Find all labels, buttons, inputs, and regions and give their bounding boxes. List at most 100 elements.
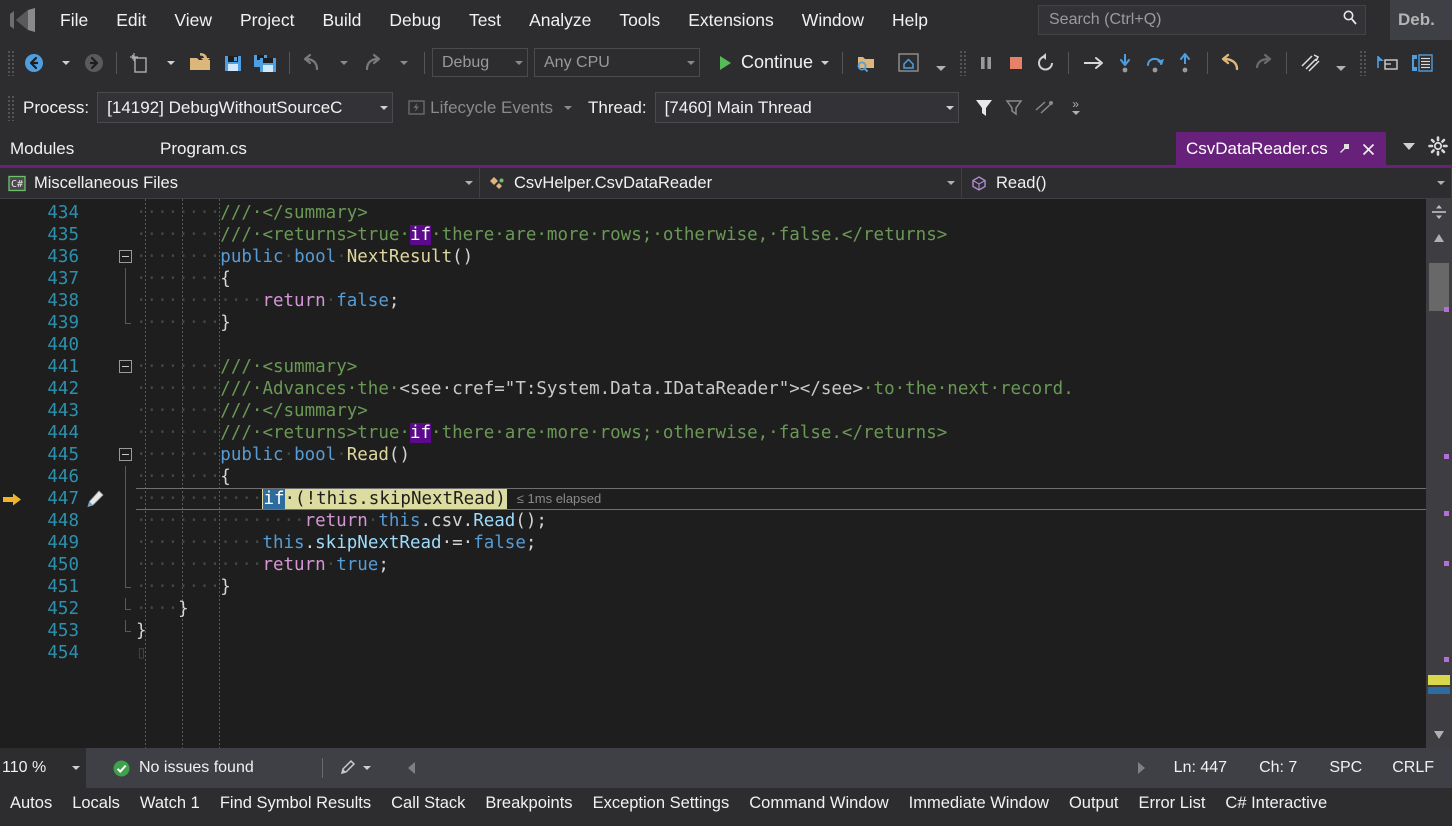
gear-icon[interactable] <box>1428 136 1448 161</box>
thread-dropdown[interactable]: [7460] Main Thread <box>655 92 959 123</box>
code-cleanup-icon[interactable] <box>337 758 357 778</box>
tool-tab-call-stack[interactable]: Call Stack <box>381 794 475 813</box>
code-line[interactable]: ····} <box>136 598 189 620</box>
search-box[interactable]: Search (Ctrl+Q) <box>1038 5 1366 35</box>
menu-item-test[interactable]: Test <box>455 6 515 35</box>
code-line[interactable]: ········public·bool·NextResult() <box>136 246 473 268</box>
menu-item-debug[interactable]: Debug <box>375 6 455 35</box>
zoom-level-dropdown[interactable]: 110 % <box>0 748 86 788</box>
redo-icon[interactable] <box>357 45 387 81</box>
flag-icon[interactable] <box>999 90 1029 126</box>
code-line[interactable]: ············return·false; <box>136 290 399 312</box>
type-dropdown[interactable]: CsvHelper.CsvDataReader <box>480 168 962 198</box>
scroll-down-icon[interactable] <box>1426 724 1452 746</box>
debug-location-grip[interactable] <box>7 95 16 121</box>
step-forward-grey-icon[interactable] <box>1247 45 1279 81</box>
search-icon[interactable] <box>1341 9 1359 32</box>
save-all-icon[interactable] <box>248 45 282 81</box>
tool-tab-breakpoints[interactable]: Breakpoints <box>475 794 582 813</box>
menu-item-file[interactable]: File <box>46 6 102 35</box>
new-item-icon[interactable] <box>124 45 154 81</box>
tool-tab-locals[interactable]: Locals <box>62 794 130 813</box>
tool-tab-output[interactable]: Output <box>1059 794 1129 813</box>
scroll-up-icon[interactable] <box>1426 227 1452 249</box>
menu-item-edit[interactable]: Edit <box>102 6 160 35</box>
code-line[interactable]: ········///·Advances·the·<see·cref="T:Sy… <box>136 378 1074 400</box>
tool-tab-immediate-window[interactable]: Immediate Window <box>899 794 1059 813</box>
editor-vertical-scrollbar[interactable] <box>1426 199 1452 748</box>
close-icon[interactable] <box>1361 142 1376 157</box>
code-line[interactable]: ········{ <box>136 466 231 488</box>
menu-item-project[interactable]: Project <box>226 6 308 35</box>
code-line[interactable]: ▯ <box>136 642 147 664</box>
code-line[interactable]: ········///·<returns>true·if·there·are·m… <box>136 422 947 444</box>
filter-icon[interactable] <box>969 90 999 126</box>
code-line[interactable]: ········///·<returns>true·if·there·are·m… <box>136 224 947 246</box>
continue-button[interactable]: Continue <box>710 45 835 81</box>
tool-tab-find-symbol-results[interactable]: Find Symbol Results <box>210 794 381 813</box>
debug-overflow-button[interactable]: » <box>1061 90 1091 126</box>
code-line[interactable]: } <box>136 620 147 642</box>
spaces-indicator[interactable]: SPC <box>1329 759 1362 777</box>
scrollbar-thumb[interactable] <box>1429 263 1449 311</box>
menu-item-help[interactable]: Help <box>878 6 942 35</box>
platform-dropdown[interactable]: Any CPU <box>534 48 700 77</box>
code-line[interactable]: ················return·this.csv.Read(); <box>136 510 547 532</box>
code-line[interactable]: ········///·</summary> <box>136 202 368 224</box>
save-icon[interactable] <box>218 45 248 81</box>
attach-to-process-icon[interactable] <box>850 45 882 81</box>
tool-tab-error-list[interactable]: Error List <box>1128 794 1215 813</box>
threads-icon[interactable] <box>1029 90 1061 126</box>
tool-tab-exception-settings[interactable]: Exception Settings <box>583 794 740 813</box>
hot-reload-dropdown[interactable] <box>1326 45 1356 81</box>
navigate-forward-icon[interactable] <box>79 45 109 81</box>
tool-tab-autos[interactable]: Autos <box>0 794 62 813</box>
search-input[interactable]: Search (Ctrl+Q) <box>1049 11 1341 29</box>
execution-pointer-icon[interactable] <box>2 492 22 511</box>
window-toolbar-grip[interactable] <box>1359 50 1368 76</box>
project-dropdown[interactable]: C# Miscellaneous Files <box>0 168 480 198</box>
tool-tab-c-interactive[interactable]: C# Interactive <box>1215 794 1337 813</box>
solution-explorer-icon[interactable] <box>1371 45 1405 81</box>
glyph-margin[interactable] <box>82 199 116 748</box>
new-item-dropdown[interactable] <box>154 45 184 81</box>
step-over-curved-icon[interactable] <box>1140 45 1170 81</box>
navigate-back-icon[interactable] <box>19 45 49 81</box>
undo-dropdown[interactable] <box>327 45 357 81</box>
code-editor[interactable]: 4344354364374384394404414424434444454464… <box>0 199 1452 748</box>
undo-icon[interactable] <box>297 45 327 81</box>
edit-and-continue-icon[interactable] <box>84 489 106 513</box>
stop-debugging-icon[interactable] <box>1001 45 1031 81</box>
live-share-icon[interactable] <box>892 45 926 81</box>
member-dropdown[interactable]: Read() <box>962 168 1452 198</box>
line-ending-indicator[interactable]: CRLF <box>1392 759 1434 777</box>
chevron-down-icon[interactable] <box>1400 139 1418 158</box>
fold-toggle[interactable] <box>119 360 132 373</box>
hot-reload-icon[interactable] <box>1294 45 1326 81</box>
scroll-right-icon[interactable] <box>1134 760 1148 776</box>
build-configuration-dropdown[interactable]: Debug <box>432 48 528 77</box>
debug-window-tab[interactable]: Deb. <box>1390 0 1452 40</box>
toolbar-grip[interactable] <box>7 50 16 76</box>
code-line[interactable]: ············this.skipNextRead·=·false; <box>136 532 536 554</box>
code-line[interactable]: ········public·bool·Read() <box>136 444 410 466</box>
debug-toolbar-grip[interactable] <box>959 50 968 76</box>
open-folder-icon[interactable] <box>184 45 218 81</box>
step-out-icon[interactable] <box>1170 45 1200 81</box>
menu-item-window[interactable]: Window <box>788 6 878 35</box>
process-dropdown[interactable]: [14192] DebugWithoutSourceC <box>97 92 393 123</box>
menu-item-view[interactable]: View <box>160 6 226 35</box>
redo-dropdown[interactable] <box>387 45 417 81</box>
fold-toggle[interactable] <box>119 448 132 461</box>
step-over-icon[interactable] <box>1076 45 1110 81</box>
code-line[interactable]: ········///·</summary> <box>136 400 368 422</box>
tool-tab-watch-1[interactable]: Watch 1 <box>130 794 210 813</box>
live-share-dropdown[interactable] <box>926 45 956 81</box>
code-line[interactable]: ········} <box>136 576 231 598</box>
code-line[interactable]: ········///·<summary> <box>136 356 357 378</box>
document-tab-program-cs[interactable]: Program.cs <box>150 133 257 165</box>
properties-window-icon[interactable] <box>1405 45 1439 81</box>
break-all-icon[interactable] <box>971 45 1001 81</box>
menu-item-analyze[interactable]: Analyze <box>515 6 605 35</box>
menu-item-build[interactable]: Build <box>308 6 375 35</box>
